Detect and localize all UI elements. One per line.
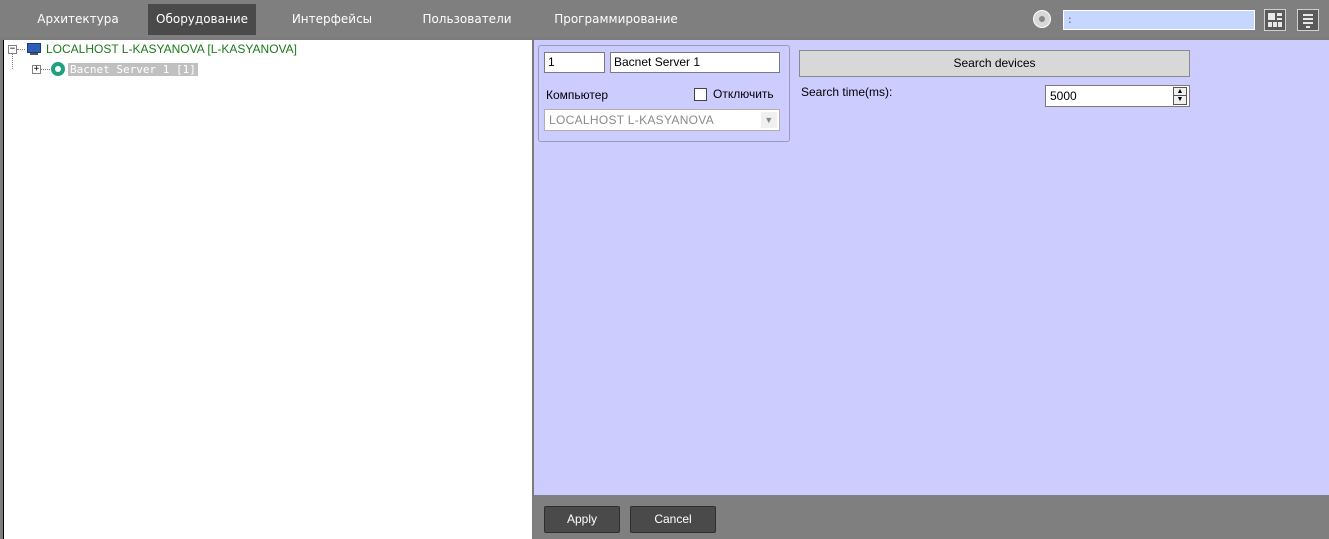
cancel-button[interactable]: Cancel [630, 506, 716, 533]
object-name-field[interactable]: Bacnet Server 1 [610, 52, 780, 73]
spin-down-icon[interactable]: ▼ [1174, 96, 1186, 104]
tree-connector [17, 49, 25, 50]
top-toolbar: Архитектура Оборудование Интерфейсы Поль… [0, 0, 1329, 38]
tree-item-bacnet-server[interactable]: Bacnet Server 1 [1] [68, 61, 198, 77]
object-tree[interactable]: − LOCALHOST L-KASYANOVA [L-KASYANOVA] + … [3, 40, 532, 539]
tab-interfaces[interactable]: Интерфейсы [274, 4, 390, 35]
tab-programming[interactable]: Программирование [546, 4, 686, 35]
collapse-root-toggle[interactable]: − [8, 45, 17, 54]
disable-checkbox[interactable] [694, 88, 707, 101]
menu-icon-line [1306, 26, 1310, 28]
expand-bacnet-toggle[interactable]: + [32, 65, 41, 74]
tab-users[interactable]: Пользователи [408, 4, 526, 35]
grid-icon-cell [1278, 22, 1282, 27]
tree-item-localhost[interactable]: LOCALHOST L-KASYANOVA [L-KASYANOVA] [46, 41, 297, 57]
camera-icon[interactable] [1033, 10, 1051, 28]
search-time-label: Search time(ms): [801, 85, 893, 99]
menu-icon-line [1303, 18, 1313, 20]
disable-label: Отключить [713, 87, 774, 101]
search-time-value: 5000 [1050, 89, 1077, 103]
search-input[interactable]: : [1063, 10, 1255, 30]
menu-icon [1303, 14, 1313, 16]
computer-select[interactable]: LOCALHOST L-KASYANOVA ▼ [544, 109, 780, 131]
computer-label: Компьютер [546, 88, 609, 102]
tree-connector [41, 69, 50, 70]
search-devices-button[interactable]: Search devices [799, 50, 1190, 77]
apply-button[interactable]: Apply [544, 506, 620, 533]
grid-icon-cell [1277, 13, 1282, 16]
tree-item-label: Bacnet Server 1 [1] [68, 63, 198, 76]
spin-up-icon[interactable]: ▲ [1174, 88, 1186, 96]
grid-icon-cell [1277, 18, 1282, 20]
spin-buttons[interactable]: ▲ ▼ [1173, 87, 1187, 105]
grid-icon-cell [1268, 22, 1272, 27]
grid-icon [1268, 13, 1275, 20]
layout-grid-button[interactable] [1264, 9, 1286, 31]
computer-icon [26, 43, 42, 56]
search-time-spinbox[interactable]: 5000 ▲ ▼ [1045, 85, 1190, 107]
tab-equipment[interactable]: Оборудование [148, 4, 256, 35]
object-id-field[interactable]: 1 [544, 52, 605, 73]
menu-icon-line [1303, 22, 1313, 24]
menu-button[interactable] [1297, 9, 1319, 31]
computer-icon-screen [27, 43, 41, 53]
chevron-down-icon[interactable]: ▼ [761, 112, 777, 128]
tree-connector [12, 53, 13, 69]
tab-architecture[interactable]: Архитектура [18, 4, 138, 35]
computer-icon-base [30, 53, 38, 55]
grid-icon-cell [1273, 22, 1277, 27]
bacnet-server-icon [51, 62, 65, 76]
computer-select-value: LOCALHOST L-KASYANOVA [549, 113, 715, 127]
